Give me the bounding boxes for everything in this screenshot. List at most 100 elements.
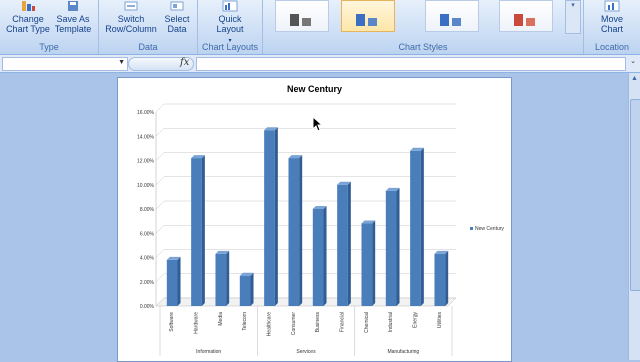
save-template-icon (68, 1, 78, 11)
expand-formula-bar-icon[interactable]: ⌄ (628, 57, 638, 69)
chart-layouts-group: Quick Layout ▾ Chart Layouts (198, 0, 263, 54)
scrollbar-thumb[interactable] (630, 99, 640, 291)
select-data-icon (170, 1, 184, 11)
x-tick-label: Business (315, 312, 321, 333)
x-tick-label: Industrial (388, 312, 394, 332)
y-tick-label: 12.00% (137, 159, 155, 165)
legend-swatch (470, 227, 473, 231)
bar (215, 253, 227, 306)
x-tick-label: Healthcare (267, 312, 273, 336)
select-data-label: Select Data (164, 14, 190, 34)
save-as-template-button[interactable]: Save As Template (52, 0, 94, 34)
name-box-dropdown-icon[interactable]: ▼ (118, 59, 125, 66)
bar (239, 275, 251, 306)
move-chart-label: Move Chart (600, 14, 623, 34)
mouse-cursor-icon (312, 116, 324, 132)
y-tick-label: 4.00% (140, 256, 155, 262)
bar-side (201, 155, 205, 306)
type-group: Change Chart Type Save As Template Type (0, 0, 99, 54)
chart-style-blue-selected[interactable] (341, 0, 395, 32)
bar (166, 259, 178, 306)
y-tick-label: 10.00% (137, 183, 155, 189)
vertical-scrollbar[interactable]: ▲ (628, 73, 640, 360)
y-tick-label: 8.00% (140, 207, 155, 213)
gridline-side (155, 273, 165, 282)
save-as-template-label: Save As Template (54, 14, 92, 34)
legend-label: New Century (475, 226, 504, 232)
quick-layout-icon (222, 0, 238, 12)
bar-side (250, 272, 254, 306)
switch-row-column-button[interactable]: Switch Row/Column (103, 0, 159, 34)
gridline-side (155, 249, 165, 258)
insert-function-icon[interactable]: fx (180, 57, 189, 68)
gridline-side (155, 176, 165, 185)
move-chart-button[interactable]: Move Chart (592, 0, 632, 34)
bar (191, 158, 202, 306)
bar-side (299, 155, 303, 306)
x-tick-label: Consumer (291, 312, 297, 335)
chart-style-gray[interactable] (275, 0, 329, 32)
chart-styles-group: ▾ Chart Styles (263, 0, 584, 54)
select-data-button[interactable]: Select Data (161, 0, 193, 34)
bar-side (323, 206, 327, 306)
x-tick-label: Telecom (242, 312, 248, 331)
formula-bar: ▼ fx ⌄ (0, 55, 640, 73)
name-box[interactable]: ▼ (2, 57, 128, 71)
chart-layouts-group-label: Chart Layouts (201, 42, 259, 52)
bar (264, 130, 275, 306)
y-tick-label: 0.00% (140, 304, 155, 310)
y-tick-label: 6.00% (140, 231, 155, 237)
gridline-side (155, 152, 165, 161)
location-group: Move Chart Location (584, 0, 640, 54)
bar (434, 253, 446, 306)
chart-style-red[interactable] (499, 0, 553, 32)
y-tick-label: 14.00% (137, 134, 155, 140)
gridline-side (155, 200, 165, 210)
gridline-side (155, 128, 165, 137)
group-label: Manufacturing (387, 349, 419, 355)
scroll-down-icon: ▾ (571, 2, 575, 9)
bar (385, 190, 397, 306)
x-tick-label: Financial (340, 312, 346, 332)
scroll-up-icon[interactable]: ▲ (631, 75, 638, 82)
bar-side (445, 250, 449, 306)
location-group-label: Location (594, 42, 630, 52)
gridline-side (155, 103, 165, 113)
change-chart-type-label: Change Chart Type (6, 14, 50, 34)
bar (288, 158, 300, 306)
chart-legend[interactable]: New Century (470, 226, 504, 232)
bar-side (226, 250, 230, 306)
x-tick-label: Utilities (437, 312, 443, 329)
type-group-label: Type (39, 42, 59, 52)
y-tick-label: 2.00% (140, 280, 155, 286)
chart-styles-more-button[interactable]: ▾ (565, 0, 581, 34)
formula-input[interactable] (196, 57, 626, 71)
bar-side (420, 147, 424, 306)
bar (337, 184, 348, 306)
group-label: Information (196, 349, 221, 355)
bar-side (274, 127, 278, 306)
quick-layout-label: Quick Layout (216, 14, 244, 34)
x-tick-label: Energy (413, 312, 419, 328)
x-tick-label: Chemical (364, 312, 370, 333)
move-chart-icon (604, 0, 620, 12)
y-tick-label: 16.00% (137, 110, 155, 116)
quick-layout-button[interactable]: Quick Layout ▾ (206, 0, 254, 46)
bar-side (396, 187, 400, 306)
data-group-label: Data (138, 42, 158, 52)
change-chart-type-button[interactable]: Change Chart Type (4, 0, 52, 34)
bar-side (177, 256, 181, 306)
data-group: Switch Row/Column Select Data Data (99, 0, 198, 54)
group-label: Services (296, 349, 316, 355)
switch-row-column-label: Switch Row/Column (105, 14, 157, 34)
switch-row-column-icon (124, 1, 138, 11)
bar-side (347, 181, 351, 306)
bar (312, 209, 324, 306)
chart-tools-ribbon: Change Chart Type Save As Template Type … (0, 0, 640, 55)
chart-styles-group-label: Chart Styles (398, 42, 448, 52)
change-chart-type-icon (22, 1, 35, 11)
chart-style-blue[interactable] (425, 0, 479, 32)
x-tick-label: Media (218, 312, 224, 326)
gridline-side (155, 225, 165, 234)
bar-side (372, 220, 376, 306)
